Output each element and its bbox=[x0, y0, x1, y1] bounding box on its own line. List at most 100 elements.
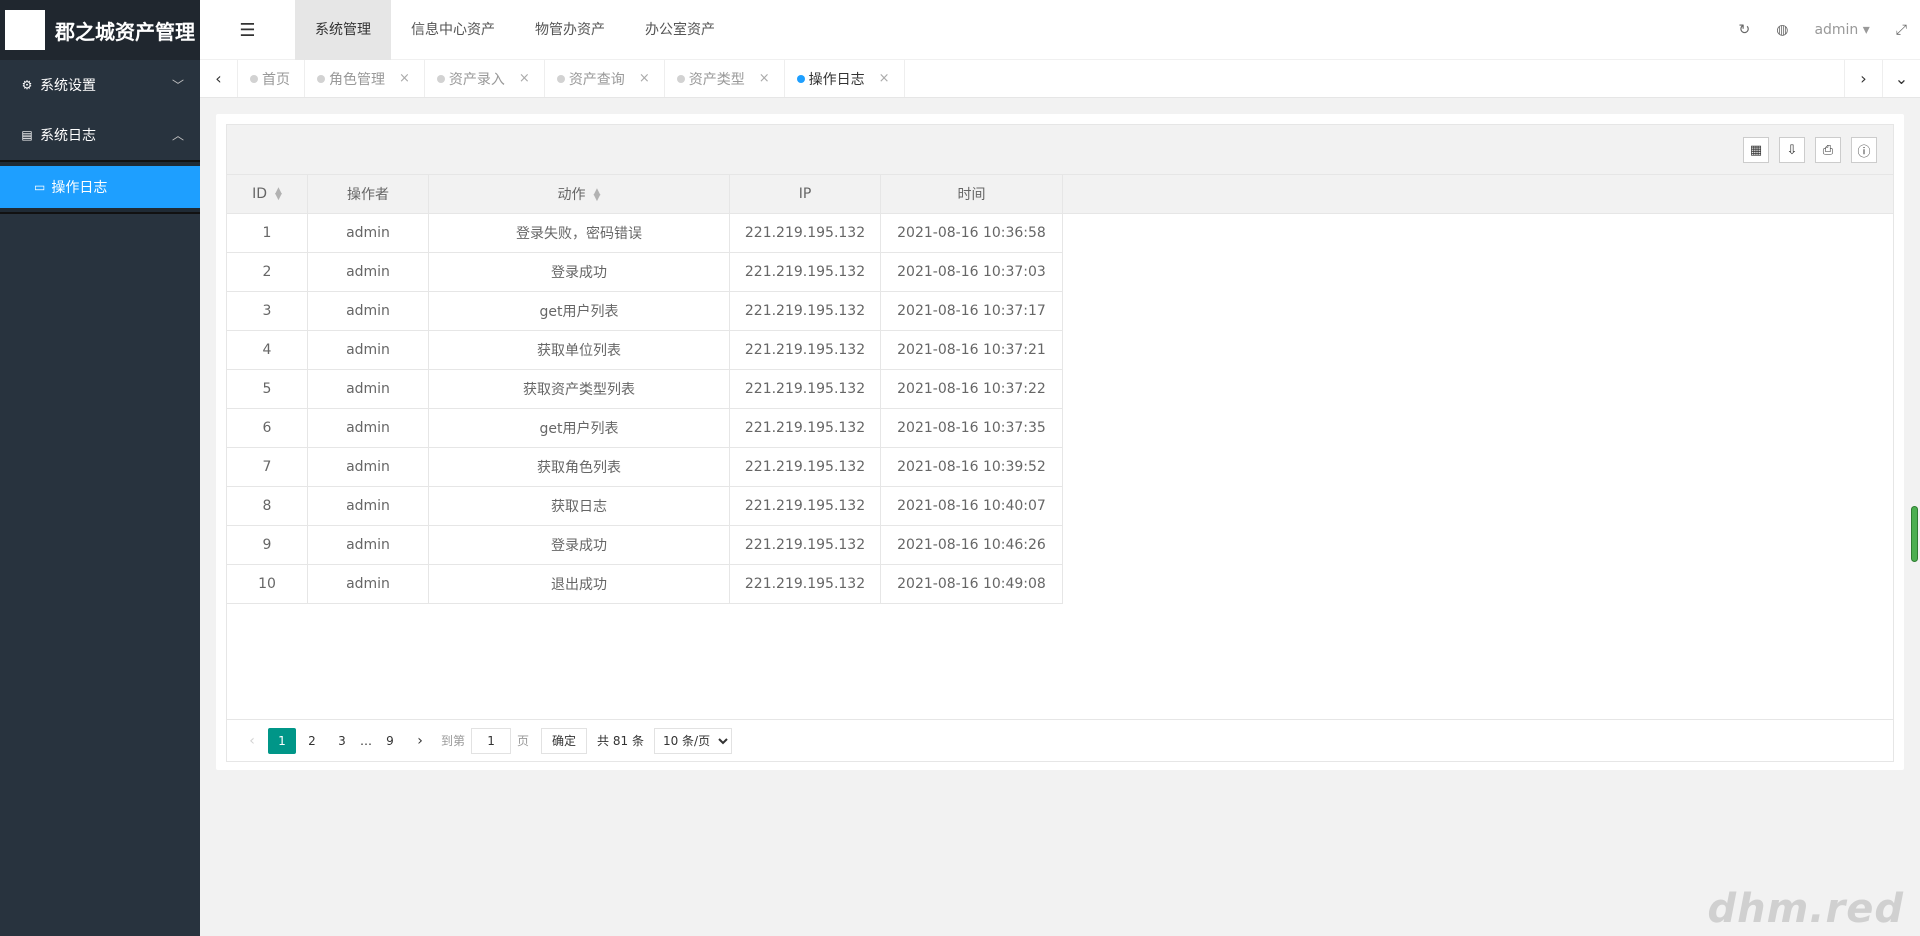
table-row[interactable]: 1 admin 登录失败，密码错误 221.219.195.132 2021-08-16… bbox=[226, 213, 1063, 253]
sort-icon[interactable]: ▲ ▼ bbox=[275, 187, 282, 202]
cell-ip: 221.219.195.132 bbox=[729, 447, 881, 487]
cell-time: 2021-08-16 10:37:35 bbox=[880, 408, 1063, 448]
table-row[interactable]: 10 admin 退出成功 221.219.195.132 2021-08-16 10:… bbox=[226, 564, 1063, 604]
tabs-next-icon[interactable]: › bbox=[1844, 60, 1882, 97]
cell-ip: 221.219.195.132 bbox=[729, 330, 881, 370]
sidebar-item-system-settings[interactable]: ⚙ 系统设置 ﹀ bbox=[0, 60, 200, 110]
cell-ip: 221.219.195.132 bbox=[729, 213, 881, 253]
cell-ip: 221.219.195.132 bbox=[729, 525, 881, 565]
cell-id: 9 bbox=[226, 525, 308, 565]
cell-id: 1 bbox=[226, 213, 308, 253]
cell-operator: admin bbox=[307, 213, 429, 253]
tab-dot bbox=[436, 74, 445, 83]
goto-label: 到第 bbox=[441, 734, 466, 748]
close-icon[interactable]: × bbox=[399, 71, 410, 86]
column-header-action[interactable]: 动作 ▲ ▼ bbox=[428, 174, 730, 214]
app-title: 郡之城资产管理 bbox=[55, 19, 195, 44]
user-name: admin bbox=[1814, 22, 1859, 38]
cell-operator: admin bbox=[307, 291, 429, 331]
logo: 郡之城资产管理 bbox=[0, 0, 200, 60]
close-icon[interactable]: × bbox=[639, 71, 650, 86]
tab-label: 资产录入 bbox=[448, 71, 505, 88]
table-row[interactable]: 6 admin get用户列表 221.219.195.132 2021-08-16 1… bbox=[226, 408, 1063, 448]
table-row[interactable]: 3 admin get用户列表 221.219.195.132 2021-08-16 1… bbox=[226, 291, 1063, 331]
prev-page-icon[interactable]: ‹ bbox=[238, 728, 266, 754]
cell-time: 2021-08-16 10:37:21 bbox=[880, 330, 1063, 370]
table-row[interactable]: 8 admin 获取日志 221.219.195.132 2021-08-16 10:4… bbox=[226, 486, 1063, 526]
table-row[interactable]: 9 admin 登录成功 221.219.195.132 2021-08-16 10:4… bbox=[226, 525, 1063, 565]
cell-id: 3 bbox=[226, 291, 308, 331]
sidebar-item-label: 操作日志 bbox=[51, 180, 108, 196]
close-icon[interactable]: × bbox=[879, 71, 890, 86]
cell-operator: admin bbox=[307, 330, 429, 370]
print-icon[interactable]: ⎙ bbox=[1815, 137, 1841, 163]
sidebar-item-system-log[interactable]: ▤ 系统日志 ︿ bbox=[0, 110, 200, 160]
table-row[interactable]: 5 admin 获取资产类型列表 221.219.195.132 2021-08-16 … bbox=[226, 369, 1063, 409]
tab-home[interactable]: 首页 bbox=[238, 60, 305, 97]
cell-action: 获取资产类型列表 bbox=[428, 369, 730, 409]
column-header-id[interactable]: ID ▲ ▼ bbox=[226, 174, 308, 214]
tab-role-management[interactable]: 角色管理 × bbox=[305, 60, 425, 97]
goto-page-input[interactable] bbox=[471, 727, 512, 754]
sort-icon[interactable]: ▲ ▼ bbox=[594, 188, 601, 203]
refresh-icon[interactable]: ↻ bbox=[1725, 22, 1763, 38]
table-row[interactable]: 7 admin 获取角色列表 221.219.195.132 2021-08-16 10… bbox=[226, 447, 1063, 487]
top-menu-property-office-assets[interactable]: 物管办资产 bbox=[515, 0, 625, 60]
cell-action: 登录成功 bbox=[428, 252, 730, 292]
menu-toggle-icon[interactable]: ☰ bbox=[200, 0, 295, 60]
tabs-dropdown-icon[interactable]: ⌄ bbox=[1882, 60, 1920, 97]
close-icon[interactable]: × bbox=[759, 71, 770, 86]
export-icon[interactable]: ⇩ bbox=[1779, 137, 1805, 163]
cell-operator: admin bbox=[307, 408, 429, 448]
close-icon[interactable]: × bbox=[519, 71, 530, 86]
tab-dot bbox=[317, 74, 325, 83]
cell-action: 退出成功 bbox=[428, 564, 730, 604]
tab-asset-type[interactable]: 资产类型 × bbox=[665, 60, 785, 97]
tab-list: 首页 角色管理 × 资产录入 × 资产查询 × 资产类型 × 操作日志 × bbox=[238, 60, 905, 97]
tab-label: 角色管理 bbox=[329, 71, 385, 88]
scrollbar-thumb[interactable] bbox=[1911, 506, 1918, 562]
logo-image bbox=[5, 10, 45, 50]
top-menu-info-center-assets[interactable]: 信息中心资产 bbox=[391, 0, 515, 60]
table-toolbar: ▦ ⇩ ⎙ ⓘ bbox=[227, 125, 1893, 175]
tab-operation-log[interactable]: 操作日志 × bbox=[785, 60, 905, 97]
table-row[interactable]: 4 admin 获取单位列表 221.219.195.132 2021-08-16 10… bbox=[226, 330, 1063, 370]
user-menu[interactable]: admin ▾ bbox=[1801, 22, 1882, 38]
page-size-select[interactable]: 10 条/页 bbox=[653, 727, 732, 754]
theme-icon[interactable]: ◍ bbox=[1763, 22, 1801, 38]
gears-icon: ⚙ bbox=[21, 78, 33, 92]
cell-time: 2021-08-16 10:39:52 bbox=[880, 447, 1063, 487]
top-menu-office-assets[interactable]: 办公室资产 bbox=[625, 0, 735, 60]
page-9[interactable]: 9 bbox=[376, 728, 404, 754]
next-page-icon[interactable]: › bbox=[406, 728, 434, 754]
cell-operator: admin bbox=[307, 252, 429, 292]
tabs-bar: ‹ 首页 角色管理 × 资产录入 × 资产查询 × 资产类型 × 操作日志 × … bbox=[200, 60, 1920, 98]
fullscreen-icon[interactable]: ⤢ bbox=[1883, 22, 1920, 38]
chevron-down-icon: ﹀ bbox=[171, 78, 184, 93]
sidebar-item-operation-log[interactable]: ▭ 操作日志 bbox=[0, 166, 200, 208]
table-row[interactable]: 2 admin 登录成功 221.219.195.132 2021-08-16 10:3… bbox=[226, 252, 1063, 292]
cell-time: 2021-08-16 10:46:26 bbox=[880, 525, 1063, 565]
tabs-prev-icon[interactable]: ‹ bbox=[200, 60, 238, 97]
tab-asset-query[interactable]: 资产查询 × bbox=[545, 60, 665, 97]
cell-action: 登录失败，密码错误 bbox=[428, 213, 730, 253]
page-1[interactable]: 1 bbox=[268, 727, 296, 754]
page-3[interactable]: 3 bbox=[328, 728, 356, 754]
cell-id: 4 bbox=[226, 330, 308, 370]
page-2[interactable]: 2 bbox=[298, 728, 326, 754]
header-right: ↻ ◍ admin ▾ ⤢ bbox=[1725, 0, 1920, 60]
cell-id: 8 bbox=[226, 486, 308, 526]
cell-id: 5 bbox=[226, 369, 308, 409]
file-text-icon: ▭ bbox=[34, 180, 46, 194]
cell-ip: 221.219.195.132 bbox=[729, 486, 881, 526]
cell-action: 获取日志 bbox=[428, 486, 730, 526]
columns-filter-icon[interactable]: ▦ bbox=[1743, 137, 1769, 163]
goto-confirm-button[interactable]: 确定 bbox=[541, 727, 588, 754]
chevron-up-icon: ︿ bbox=[171, 128, 184, 143]
top-menu-system-management[interactable]: 系统管理 bbox=[295, 0, 391, 60]
cell-action: get用户列表 bbox=[428, 408, 730, 448]
cell-operator: admin bbox=[307, 525, 429, 565]
tab-asset-entry[interactable]: 资产录入 × bbox=[425, 60, 545, 97]
info-icon[interactable]: ⓘ bbox=[1851, 137, 1877, 163]
caret-down-icon: ▾ bbox=[1862, 22, 1870, 38]
